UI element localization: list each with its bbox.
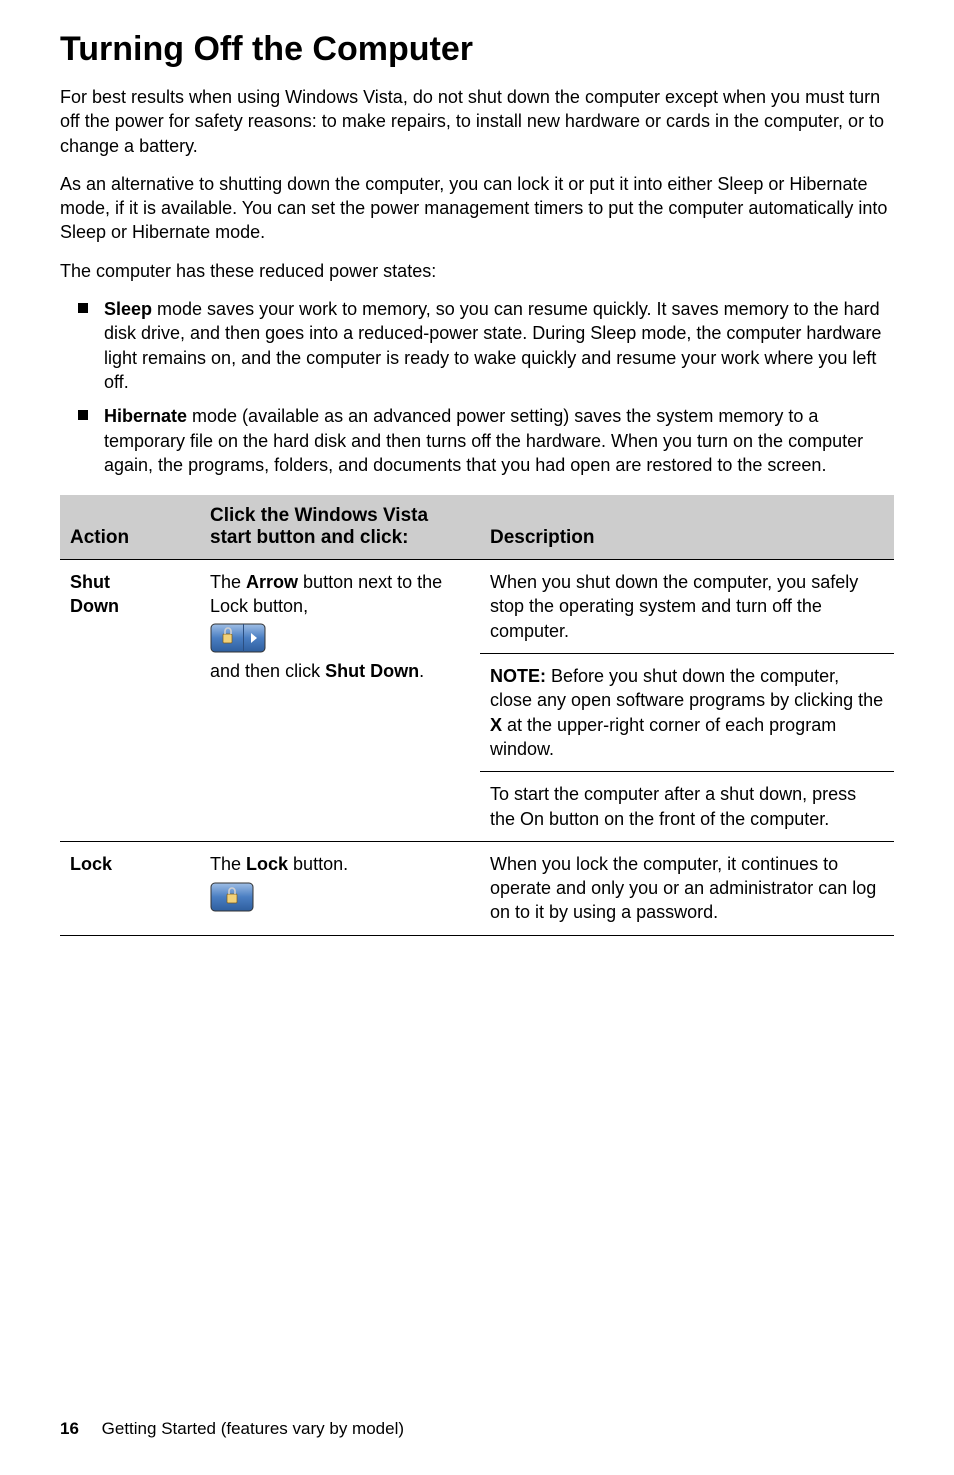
list-item: Sleep mode saves your work to memory, so…	[60, 297, 894, 394]
desc-note-label: NOTE:	[490, 666, 546, 686]
cell-instruction-lock: The Lock button.	[200, 841, 480, 935]
table-row: Shut Down The Arrow button next to the L…	[60, 560, 894, 842]
footer-text: Getting Started (features vary by model)	[102, 1419, 404, 1438]
page-heading: Turning Off the Computer	[60, 30, 894, 69]
square-bullet-icon	[78, 410, 88, 420]
lock-arrow-button-icon	[210, 623, 266, 653]
list-item: Hibernate mode (available as an advanced…	[60, 404, 894, 477]
page-footer: 16 Getting Started (features vary by mod…	[60, 1419, 404, 1439]
cell-description-shutdown: When you shut down the computer, you saf…	[480, 560, 894, 842]
bullet-list: Sleep mode saves your work to memory, so…	[60, 297, 894, 477]
square-bullet-icon	[78, 303, 88, 313]
action-shut: Shut	[70, 572, 110, 592]
cell-instruction-shutdown: The Arrow button next to the Lock button…	[200, 560, 480, 842]
cell-description-lock: When you lock the computer, it continues…	[480, 841, 894, 935]
bullet-sleep-label: Sleep	[104, 299, 152, 319]
cell-action-shutdown: Shut Down	[60, 560, 200, 842]
desc-note-post: at the upper-right corner of each progra…	[490, 715, 836, 759]
page-number: 16	[60, 1419, 79, 1438]
bullet-hibernate-label: Hibernate	[104, 406, 187, 426]
cell-action-lock: Lock	[60, 841, 200, 935]
paragraph-2: As an alternative to shutting down the c…	[60, 172, 894, 245]
inst-text-post2-pre: and then click	[210, 661, 325, 681]
inst-lock-pre: The	[210, 854, 246, 874]
inst-shutdown-word: Shut Down	[325, 661, 419, 681]
desc-shutdown-3: To start the computer after a shut down,…	[490, 784, 856, 828]
bullet-sleep-text: Sleep mode saves your work to memory, so…	[104, 297, 894, 394]
paragraph-3: The computer has these reduced power sta…	[60, 259, 894, 283]
col-header-instruction: Click the Windows Vista start button and…	[200, 495, 480, 560]
bullet-hibernate-text: Hibernate mode (available as an advanced…	[104, 404, 894, 477]
action-down: Down	[70, 596, 119, 616]
desc-note-x: X	[490, 715, 502, 735]
table-row: Lock The Lock button.	[60, 841, 894, 935]
col-header-description: Description	[480, 495, 894, 560]
lock-button-icon	[210, 880, 254, 912]
col-header-action: Action	[60, 495, 200, 560]
inst-arrow-word: Arrow	[246, 572, 298, 592]
inst-text-post2-post: .	[419, 661, 424, 681]
paragraph-1: For best results when using Windows Vist…	[60, 85, 894, 158]
desc-shutdown-1: When you shut down the computer, you saf…	[490, 572, 858, 641]
bullet-sleep-body: mode saves your work to memory, so you c…	[104, 299, 881, 392]
inst-lock-post: button.	[288, 854, 348, 874]
table-header-row: Action Click the Windows Vista start but…	[60, 495, 894, 560]
actions-table: Action Click the Windows Vista start but…	[60, 495, 894, 936]
desc-note-mid: Before you shut down the computer, close…	[490, 666, 883, 710]
bullet-hibernate-body: mode (available as an advanced power set…	[104, 406, 863, 475]
inst-text-pre: The	[210, 572, 246, 592]
inst-lock-word: Lock	[246, 854, 288, 874]
